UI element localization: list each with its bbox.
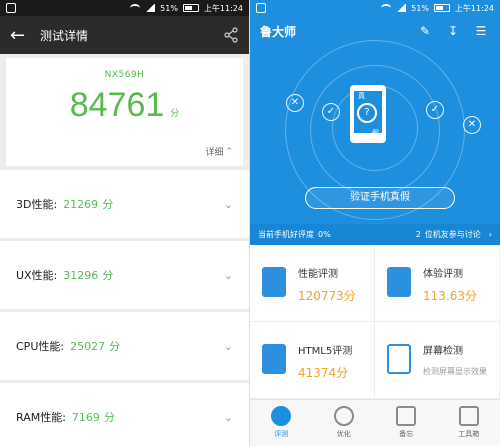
tab-label: 备忘 [399,430,414,438]
tab-optimize[interactable]: 优化 [313,400,376,446]
score-row-value: 31296 [63,268,99,282]
rating-bar[interactable]: 当前手机好评度 0% 2 位机友参与讨论 › [250,224,500,245]
discussion-count: 2 [415,230,421,239]
score-row-value: 25027 [70,339,106,353]
rating-label: 当前手机好评度 [258,230,314,239]
score-row-cpu[interactable]: CPU性能: 25027 分 ⌄ [0,312,249,380]
score-list: 3D性能: 21269 分 ⌄ UX性能: 31296 分 ⌄ CPU性能: 2… [0,170,249,446]
total-score: 84761 分 [70,86,180,125]
status-time: 上午11:24 [203,3,243,13]
score-row-label: UX性能: [16,269,58,282]
score-row-label: 3D性能: [16,198,58,211]
cell-name: 性能评测 [298,269,338,280]
phone-touch-icon [387,267,411,297]
share-icon[interactable] [223,27,239,43]
signal-icon [396,4,407,12]
cross-icon: ✕ [463,116,481,134]
cell-name: HTML5评测 [298,346,353,357]
tab-label: 评测 [274,430,289,438]
check-icon: ✓ [322,103,340,121]
wifi-icon [130,4,141,12]
chevron-right-icon: › [488,230,492,239]
cell-score: 113.63分 [423,289,477,303]
antutu-panel: 51% 上午11:24 ← 测试详情 NX569H 84761 分 详细 ⌃ 3… [0,0,249,446]
total-score-unit: 分 [170,108,180,118]
phone-label-real: 真 [358,92,365,100]
score-row-ux[interactable]: UX性能: 31296 分 ⌄ [0,241,249,309]
download-icon[interactable]: ↧ [444,24,462,38]
chevron-down-icon: ⌄ [223,268,233,282]
cell-score: 120773分 [298,289,356,303]
edit-icon[interactable]: ✎ [416,24,434,38]
device-model: NX569H [104,70,145,80]
question-icon: ? [357,103,377,123]
chevron-down-icon: ⌄ [223,410,233,424]
score-row-3d[interactable]: 3D性能: 21269 分 ⌄ [0,170,249,238]
battery-icon [182,4,199,12]
chip-icon [262,267,286,297]
cell-performance[interactable]: 性能评测 120773分 [250,245,375,322]
cell-name: 屏幕检测 [423,346,463,357]
chevron-up-icon: ⌃ [225,146,233,157]
score-row-value: 7169 [71,410,100,424]
gauge-icon [271,406,292,426]
tab-memo[interactable]: 备忘 [375,400,438,446]
battery-percent: 51% [411,3,429,13]
screen-check-icon [387,344,411,374]
signal-icon [145,4,156,12]
status-time: 上午11:24 [454,3,494,13]
hero-area: 51% 上午11:24 鲁大师 ✎ ↧ ☰ ✕ ✓ ✓ ✕ 真 ? 假 验证手机… [250,0,500,245]
toolbox-icon [458,406,479,426]
total-score-value: 84761 [69,86,165,124]
tab-toolbox[interactable]: 工具箱 [438,400,500,446]
cell-score: 41374分 [298,366,349,380]
verify-phone-button[interactable]: 验证手机真假 [305,187,455,209]
tab-evaluate[interactable]: 评测 [250,400,313,446]
left-header: ← 测试详情 [0,16,249,54]
detail-toggle[interactable]: 详细 ⌃ [205,145,233,159]
app-logo-title: 鲁大师 [260,24,297,39]
wifi-icon [381,4,392,12]
discussion-label: 位机友参与讨论 [424,230,481,239]
back-arrow-icon[interactable]: ← [10,25,32,46]
rating-percent: 0% [318,230,331,239]
ludashi-panel: 51% 上午11:24 鲁大师 ✎ ↧ ☰ ✕ ✓ ✓ ✕ 真 ? 假 验证手机… [250,0,500,446]
menu-icon[interactable]: ☰ [472,24,490,38]
battery-icon [433,4,450,12]
score-row-label: RAM性能: [16,411,66,424]
tab-label: 工具箱 [458,430,480,438]
notification-icon [256,3,266,13]
score-row-unit: 分 [102,269,114,282]
cell-name: 体验评测 [423,269,463,280]
chevron-down-icon: ⌄ [223,197,233,211]
memo-icon [396,406,417,426]
score-row-ram[interactable]: RAM性能: 7169 分 ⌄ [0,383,249,446]
bottom-tab-bar: 评测 优化 备忘 工具箱 [250,399,500,446]
html5-icon [262,344,286,374]
score-row-unit: 分 [109,340,121,353]
total-score-card: NX569H 84761 分 详细 ⌃ [6,58,243,166]
notification-icon [6,3,16,13]
score-row-unit: 分 [102,198,114,211]
tab-label: 优化 [336,430,351,438]
score-row-unit: 分 [103,411,115,424]
cell-screen[interactable]: 屏幕检测 检测屏幕显示效果 [375,322,500,399]
cross-icon: ✕ [286,94,304,112]
status-bar: 51% 上午11:24 [0,0,249,16]
score-row-label: CPU性能: [16,340,65,353]
fan-icon [333,406,354,426]
phone-label-fake: 假 [372,129,379,137]
page-title: 测试详情 [40,28,89,43]
score-row-value: 21269 [63,197,99,211]
cell-experience[interactable]: 体验评测 113.63分 [375,245,500,322]
status-bar: 51% 上午11:24 [250,0,500,16]
battery-percent: 51% [160,3,178,13]
cell-html5[interactable]: HTML5评测 41374分 [250,322,375,399]
cell-subtitle: 检测屏幕显示效果 [423,367,487,376]
detail-label: 详细 [205,148,224,158]
chevron-down-icon: ⌄ [223,339,233,353]
check-icon: ✓ [426,101,444,119]
